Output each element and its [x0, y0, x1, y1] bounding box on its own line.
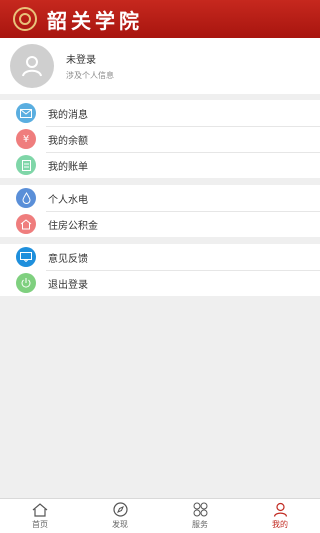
- house-icon: [16, 214, 36, 234]
- menu-group-system: 意见反馈 退出登录: [0, 244, 320, 296]
- menu-group-living: 个人水电 住房公积金: [0, 185, 320, 237]
- menu-item-housing-fund[interactable]: 住房公积金: [0, 211, 320, 237]
- college-seal-icon: [13, 7, 37, 31]
- menu-item-label: 个人水电: [48, 194, 88, 206]
- menu-item-label: 我的账单: [48, 161, 88, 173]
- tab-services[interactable]: 服务: [160, 499, 240, 533]
- menu-item-label: 住房公积金: [48, 220, 98, 232]
- grid-icon: [193, 502, 207, 517]
- bottom-tab-bar: 首页 发现 服务 我的: [0, 498, 320, 533]
- app-title: 韶关学院: [47, 8, 143, 33]
- feedback-icon: [16, 247, 36, 267]
- menu-group-account: 我的消息 ¥ 我的余额 我的账单: [0, 100, 320, 178]
- tab-mine[interactable]: 我的: [240, 499, 320, 533]
- yen-icon: ¥: [16, 129, 36, 149]
- water-drop-icon: [16, 188, 36, 208]
- menu-item-label: 我的消息: [48, 109, 88, 121]
- tab-label: 首页: [32, 519, 48, 529]
- power-icon: [16, 273, 36, 293]
- profile-subtitle: 涉及个人信息: [66, 71, 114, 80]
- menu-item-label: 退出登录: [48, 279, 88, 291]
- compass-icon: [112, 502, 128, 517]
- menu-item-bills[interactable]: 我的账单: [0, 152, 320, 178]
- user-icon: [273, 502, 287, 517]
- login-status: 未登录: [66, 55, 96, 66]
- menu-item-messages[interactable]: 我的消息: [0, 100, 320, 126]
- menu-item-label: 我的余额: [48, 135, 88, 147]
- document-icon: [16, 155, 36, 175]
- mail-icon: [16, 103, 36, 123]
- menu-item-balance[interactable]: ¥ 我的余额: [0, 126, 320, 152]
- menu-item-label: 意见反馈: [48, 253, 88, 265]
- menu-item-utilities[interactable]: 个人水电: [0, 185, 320, 211]
- app-header: 韶关学院: [0, 0, 320, 38]
- avatar[interactable]: [10, 44, 54, 88]
- user-placeholder-icon: [22, 56, 42, 77]
- tab-home[interactable]: 首页: [0, 499, 80, 533]
- menu-item-feedback[interactable]: 意见反馈: [0, 244, 320, 270]
- tab-label: 发现: [112, 520, 128, 529]
- tab-label: 服务: [192, 520, 208, 529]
- home-icon: [32, 502, 48, 517]
- menu-item-logout[interactable]: 退出登录: [0, 270, 320, 296]
- tab-discover[interactable]: 发现: [80, 499, 160, 533]
- tab-label: 我的: [272, 520, 288, 529]
- profile-card[interactable]: 未登录 涉及个人信息: [0, 38, 320, 94]
